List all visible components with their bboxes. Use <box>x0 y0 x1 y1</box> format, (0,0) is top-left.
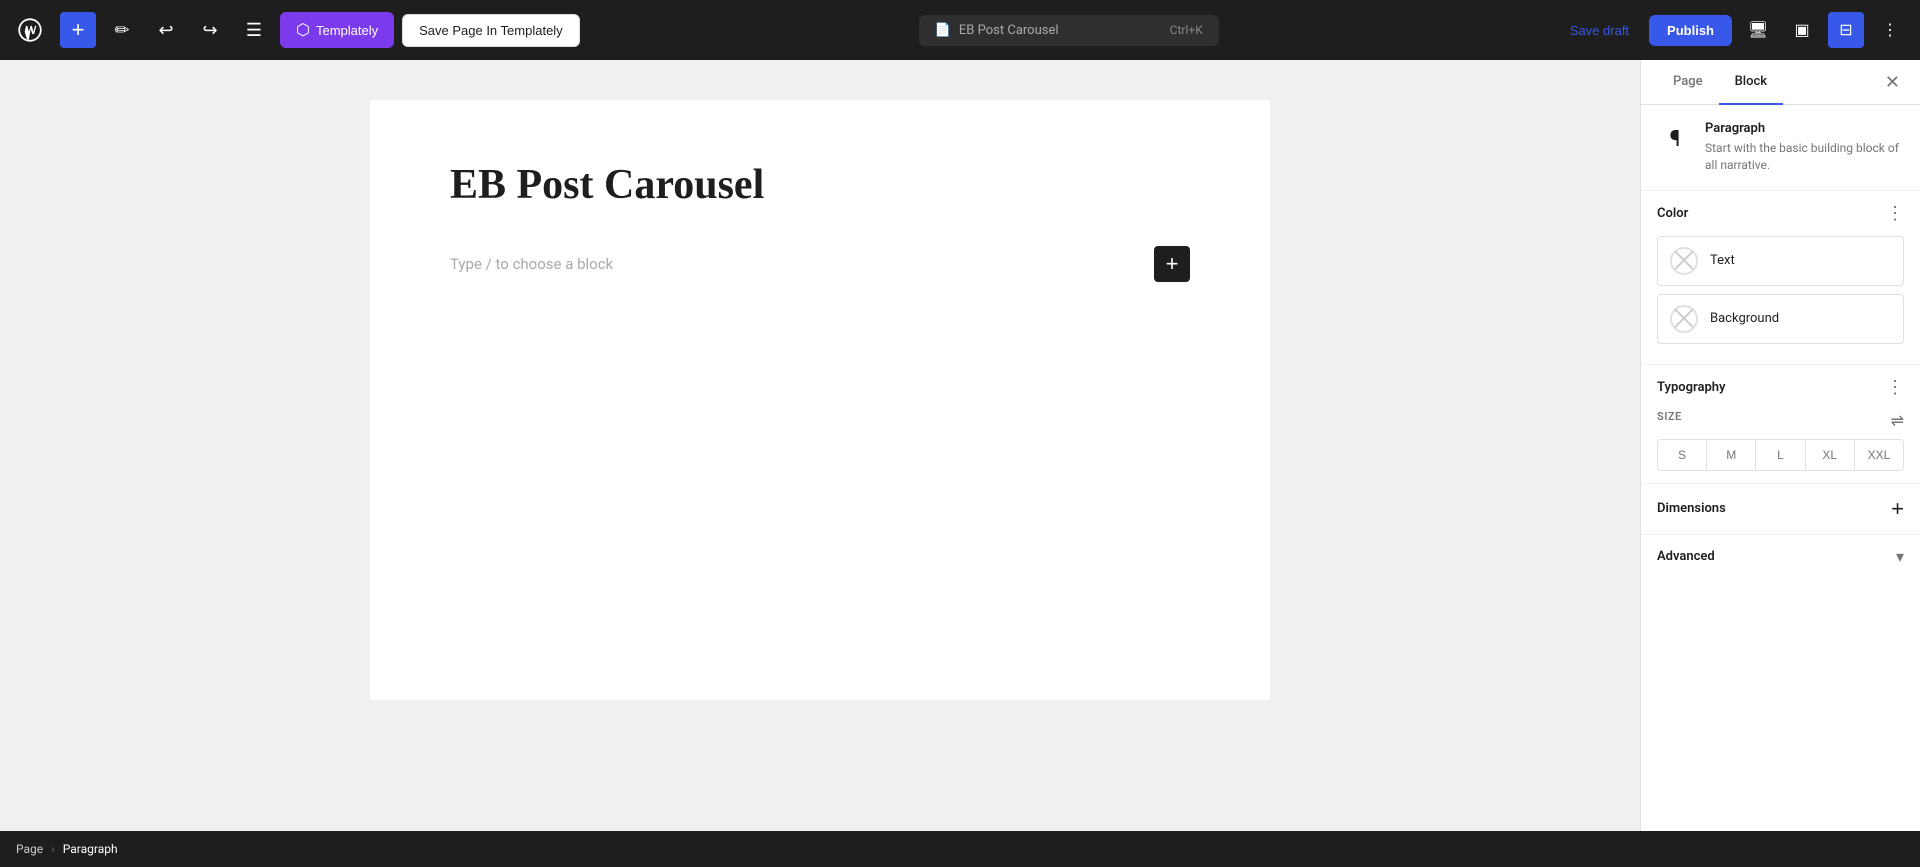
templately-button[interactable]: ⬡ Templately <box>280 12 394 48</box>
pencil-icon: ✏ <box>114 20 129 41</box>
list-icon: ☰ <box>246 20 262 41</box>
dimensions-section: Dimensions + <box>1641 484 1920 535</box>
templately-icon: ⬡ <box>296 20 310 40</box>
text-color-circle <box>1670 247 1698 275</box>
slider-icon[interactable]: ⇌ <box>1891 411 1904 430</box>
tools-button[interactable]: ✏ <box>104 12 140 48</box>
toolbar: + ✏ ↩ ↪ ☰ ⬡ Templately Save Page In Temp… <box>0 0 1920 60</box>
wp-logo[interactable] <box>12 12 48 48</box>
color-options-button[interactable]: ⋮ <box>1886 203 1904 224</box>
advanced-chevron-button[interactable]: ▾ <box>1896 547 1904 567</box>
color-section-header: Color ⋮ <box>1657 203 1904 224</box>
toolbar-right: Save draft Publish 🖥 ▣ ⊟ ⋮ <box>1558 12 1908 48</box>
color-title: Color <box>1657 206 1688 221</box>
advanced-header[interactable]: Advanced ▾ <box>1657 547 1904 567</box>
right-panel: Page Block ✕ ¶ Paragraph Start with the … <box>1640 60 1920 831</box>
sidebar-icon: ⊟ <box>1839 20 1852 40</box>
settings-sidebar-button[interactable]: ⊟ <box>1828 12 1864 48</box>
save-templately-label: Save Page In Templately <box>419 23 563 38</box>
preview-button[interactable]: 🖥 <box>1740 12 1776 48</box>
advanced-title: Advanced <box>1657 549 1715 564</box>
block-info-text: Paragraph Start with the basic building … <box>1705 121 1904 174</box>
color-section: Color ⋮ Text Background <box>1641 191 1920 365</box>
tab-page[interactable]: Page <box>1657 60 1719 105</box>
save-draft-button[interactable]: Save draft <box>1558 15 1641 46</box>
search-shortcut: Ctrl+K <box>1170 23 1203 37</box>
options-icon: ⋮ <box>1882 20 1898 40</box>
main-layout: EB Post Carousel Type / to choose a bloc… <box>0 60 1920 831</box>
templately-label: Templately <box>316 23 378 38</box>
toolbar-center: 📄 EB Post Carousel Ctrl+K <box>588 15 1550 46</box>
document-icon: 📄 <box>935 23 951 38</box>
plus-inline-icon: + <box>1166 251 1179 277</box>
dimensions-add-button[interactable]: + <box>1891 496 1904 522</box>
size-label: SIZE <box>1657 410 1682 423</box>
size-btn-m[interactable]: M <box>1707 440 1756 470</box>
block-placeholder-text: Type / to choose a block <box>450 255 1154 273</box>
typography-controls: SIZE ⇌ <box>1657 410 1904 431</box>
advanced-section: Advanced ▾ <box>1641 535 1920 579</box>
typography-section-header: Typography ⋮ <box>1657 377 1904 398</box>
block-description: Start with the basic building block of a… <box>1705 140 1904 174</box>
breadcrumb-separator: › <box>51 842 55 856</box>
ellipsis-icon: ⋮ <box>1886 203 1904 224</box>
block-info: ¶ Paragraph Start with the basic buildin… <box>1641 105 1920 191</box>
post-title[interactable]: EB Post Carousel <box>450 160 1190 210</box>
size-btn-s[interactable]: S <box>1658 440 1707 470</box>
save-templately-button[interactable]: Save Page In Templately <box>402 14 580 47</box>
background-color-label: Background <box>1710 311 1779 326</box>
background-color-circle <box>1670 305 1698 333</box>
panel-close-button[interactable]: ✕ <box>1881 68 1904 97</box>
monitor-icon: 🖥 <box>1748 20 1768 40</box>
breadcrumb-current: Paragraph <box>63 842 118 856</box>
block-editor-button[interactable]: ▣ <box>1784 12 1820 48</box>
tab-block[interactable]: Block <box>1719 60 1783 105</box>
redo-icon: ↪ <box>202 20 217 41</box>
list-view-button[interactable]: ☰ <box>236 12 272 48</box>
size-btn-l[interactable]: L <box>1756 440 1805 470</box>
post-search-title: EB Post Carousel <box>959 23 1059 38</box>
typography-section: Typography ⋮ SIZE ⇌ S M L XL XXL <box>1641 365 1920 484</box>
add-block-toolbar-button[interactable]: + <box>60 12 96 48</box>
block-editor-icon: ▣ <box>1794 20 1809 40</box>
text-color-label: Text <box>1710 253 1735 268</box>
dimensions-title: Dimensions <box>1657 501 1726 516</box>
panel-tabs: Page Block ✕ <box>1641 60 1920 105</box>
breadcrumb: Page › Paragraph <box>0 831 1920 867</box>
save-draft-label: Save draft <box>1570 23 1629 38</box>
post-search-bar[interactable]: 📄 EB Post Carousel Ctrl+K <box>919 15 1219 46</box>
panel-body: ¶ Paragraph Start with the basic buildin… <box>1641 105 1920 831</box>
undo-button[interactable]: ↩ <box>148 12 184 48</box>
block-name: Paragraph <box>1705 121 1904 136</box>
add-icon: + <box>1891 496 1904 521</box>
add-block-inline-button[interactable]: + <box>1154 246 1190 282</box>
breadcrumb-page[interactable]: Page <box>16 842 43 856</box>
editor-area: EB Post Carousel Type / to choose a bloc… <box>0 60 1640 831</box>
size-btn-xxl[interactable]: XXL <box>1855 440 1903 470</box>
typography-title: Typography <box>1657 380 1726 395</box>
chevron-down-icon: ▾ <box>1896 549 1904 566</box>
ellipsis-icon-2: ⋮ <box>1886 377 1904 398</box>
size-btn-xl[interactable]: XL <box>1806 440 1855 470</box>
plus-icon: + <box>72 17 85 43</box>
publish-label: Publish <box>1667 23 1714 38</box>
typography-options-button[interactable]: ⋮ <box>1886 377 1904 398</box>
close-icon: ✕ <box>1885 72 1900 93</box>
paragraph-icon: ¶ <box>1657 121 1693 157</box>
size-selector: S M L XL XXL <box>1657 439 1904 471</box>
publish-button[interactable]: Publish <box>1649 15 1732 46</box>
undo-icon: ↩ <box>158 20 173 41</box>
background-color-option[interactable]: Background <box>1657 294 1904 344</box>
options-button[interactable]: ⋮ <box>1872 12 1908 48</box>
dimensions-header: Dimensions + <box>1657 496 1904 522</box>
text-color-option[interactable]: Text <box>1657 236 1904 286</box>
block-placeholder[interactable]: Type / to choose a block + <box>450 242 1190 286</box>
editor-canvas: EB Post Carousel Type / to choose a bloc… <box>370 100 1270 700</box>
redo-button[interactable]: ↪ <box>192 12 228 48</box>
